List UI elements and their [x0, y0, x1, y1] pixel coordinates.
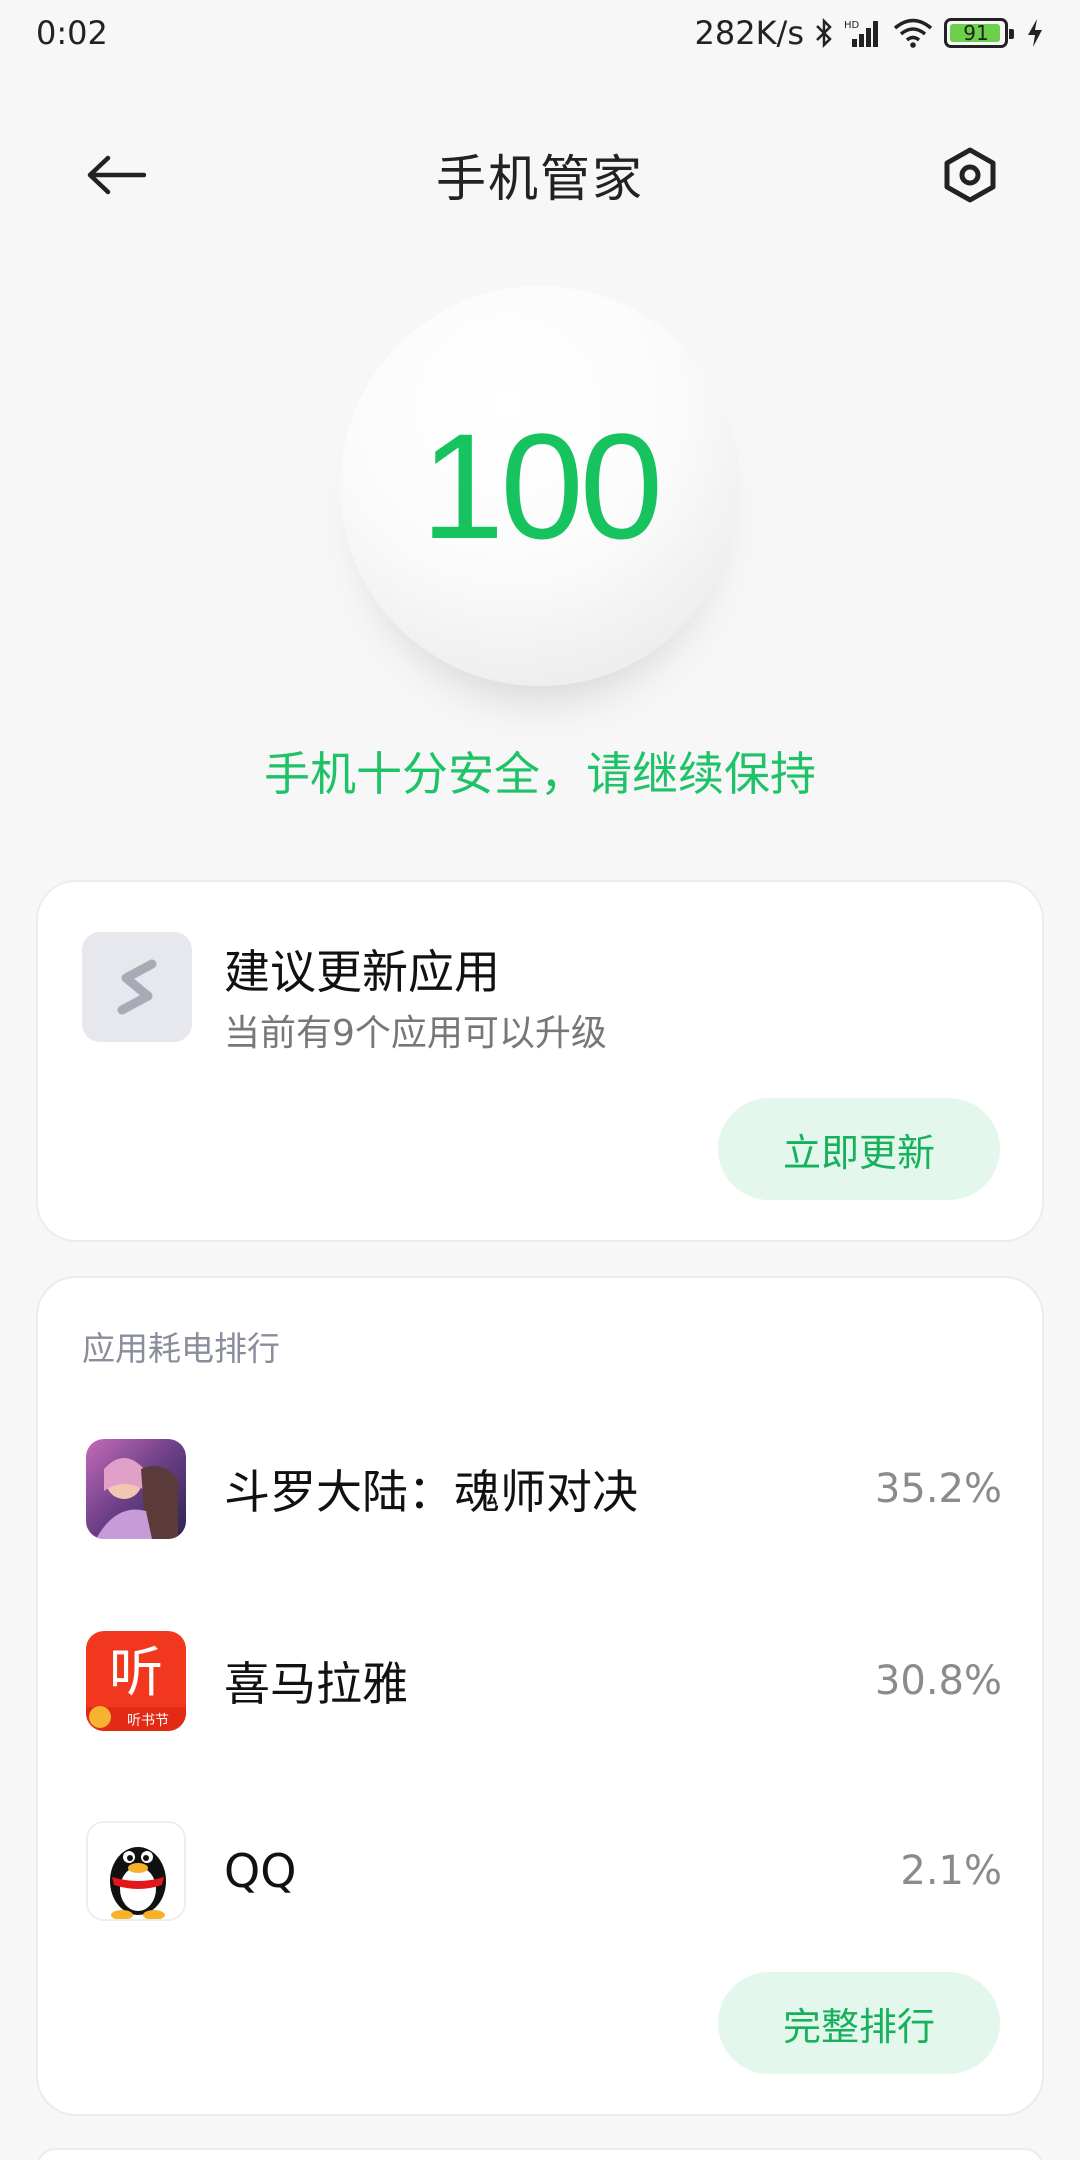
security-status-message: 手机十分安全，请继续保持	[264, 747, 816, 801]
rank-item-ximalaya[interactable]: 听 听书节 喜马拉雅 30.8%	[38, 1626, 1046, 1736]
rank-app-percent: 30.8%	[874, 1658, 1002, 1704]
rank-app-percent: 35.2%	[874, 1466, 1002, 1512]
charging-icon	[1026, 17, 1044, 49]
svg-text:HD: HD	[844, 20, 860, 31]
douluo-app-icon	[86, 1439, 186, 1539]
hexagon-settings-icon	[944, 147, 996, 203]
battery-usage-rank-card: 应用耗电排行 斗罗大陆：魂师对决 35.2% 听 听书节 喜马拉雅 30.8% …	[36, 1276, 1044, 2116]
status-icons: 282K/s HD 91	[694, 14, 1044, 52]
ximalaya-app-icon: 听 听书节	[86, 1631, 186, 1731]
update-title: 建议更新应用	[224, 945, 500, 999]
next-card-peek	[36, 2148, 1044, 2160]
security-center-page: 0:02 282K/s HD 91 手机管家 100 手机十分安全，请继续保持 …	[0, 0, 1080, 2160]
battery-icon: 91	[944, 18, 1014, 48]
rank-app-percent: 2.1%	[900, 1848, 1002, 1894]
settings-button[interactable]	[930, 135, 1010, 215]
status-time: 0:02	[36, 14, 108, 52]
security-score: 100	[420, 401, 663, 570]
rank-app-name: 喜马拉雅	[224, 1657, 408, 1711]
network-speed: 282K/s	[694, 14, 804, 52]
battery-tip	[1009, 29, 1014, 39]
rank-item-douluo[interactable]: 斗罗大陆：魂师对决 35.2%	[38, 1434, 1046, 1544]
ximalaya-logo-glyph: 听	[109, 1641, 163, 1704]
qq-app-icon	[86, 1821, 186, 1921]
page-title: 手机管家	[436, 150, 644, 208]
battery-level: 91	[963, 21, 989, 45]
update-now-button[interactable]: 立即更新	[718, 1098, 1000, 1200]
full-rank-button[interactable]: 完整排行	[718, 1972, 1000, 2074]
header: 手机管家	[0, 120, 1080, 230]
rank-item-qq[interactable]: QQ 2.1%	[38, 1816, 1046, 1926]
rank-app-name: 斗罗大陆：魂师对决	[224, 1465, 638, 1519]
bluetooth-icon	[814, 17, 834, 49]
status-bar: 0:02 282K/s HD 91	[0, 0, 1080, 66]
arrow-left-icon	[87, 155, 146, 195]
back-button[interactable]	[70, 140, 160, 210]
security-score-sphere[interactable]: 100	[340, 286, 740, 686]
app-store-icon	[82, 932, 192, 1042]
wifi-icon	[892, 17, 934, 49]
update-apps-card[interactable]: 建议更新应用 当前有9个应用可以升级 立即更新	[36, 880, 1044, 1242]
rank-app-name: QQ	[224, 1844, 297, 1898]
ximalaya-banner-text: 听书节	[127, 1713, 169, 1729]
rank-heading: 应用耗电排行	[82, 1329, 280, 1368]
update-subtitle: 当前有9个应用可以升级	[224, 1013, 607, 1054]
hd-signal-icon: HD	[844, 17, 882, 49]
